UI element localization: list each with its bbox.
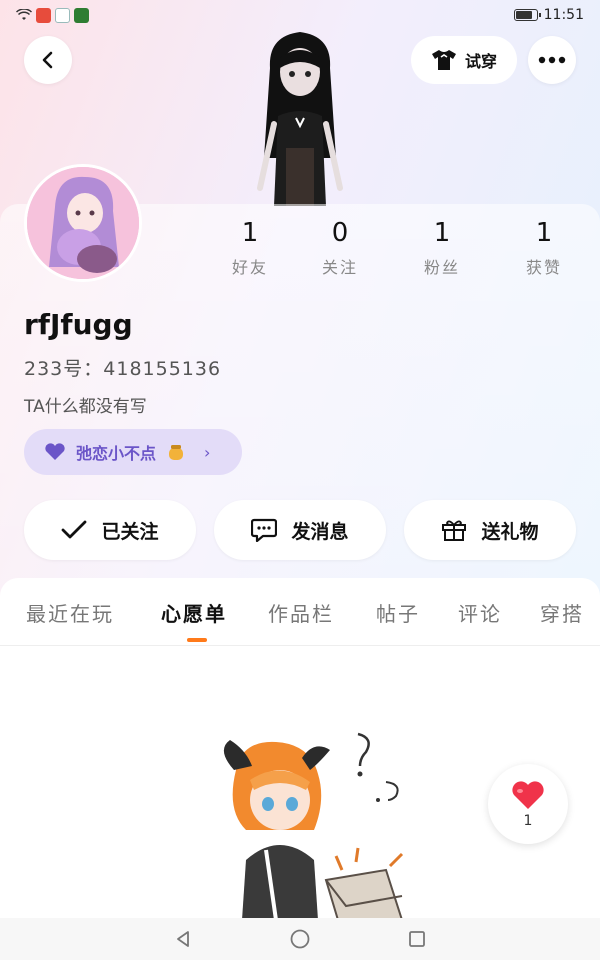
tab-works[interactable]: 作品栏 xyxy=(268,598,334,627)
profile-stats: 1 好友 0 关注 1 粉丝 1 获赞 xyxy=(0,218,600,288)
honey-jar-icon xyxy=(169,445,184,460)
app-notification-icon xyxy=(36,7,51,23)
app-notification-icon xyxy=(55,7,70,23)
try-on-label: 试穿 xyxy=(464,52,497,71)
chevron-right-icon: › xyxy=(204,442,211,462)
tab-posts[interactable]: 帖子 xyxy=(376,598,420,627)
try-on-button[interactable]: 试穿 xyxy=(411,36,517,84)
gift-icon xyxy=(442,520,467,541)
send-message-label: 发消息 xyxy=(291,520,349,543)
heart-icon xyxy=(45,443,65,460)
send-gift-label: 送礼物 xyxy=(481,520,539,543)
stat-label: 获赞 xyxy=(525,258,562,277)
tab-recently-played[interactable]: 最近在玩 xyxy=(26,598,114,627)
check-icon xyxy=(62,520,87,539)
like-button[interactable]: 1 xyxy=(488,764,568,844)
stat-label: 粉丝 xyxy=(423,258,460,277)
wifi-icon xyxy=(16,9,32,20)
stat-value: 1 xyxy=(241,218,259,248)
stat-value: 0 xyxy=(331,218,349,248)
username: rfJfugg xyxy=(24,308,133,341)
clock: 11:51 xyxy=(543,7,584,23)
avatar-3d-figure xyxy=(257,32,343,206)
app-notification-icon xyxy=(74,7,89,23)
tab-comments[interactable]: 评论 xyxy=(458,598,502,627)
more-dots-icon xyxy=(538,56,566,64)
tab-wishlist[interactable]: 心愿单 xyxy=(161,598,227,627)
stat-likes[interactable]: 1 获赞 xyxy=(504,218,584,278)
like-count: 1 xyxy=(523,813,533,829)
user-bio: TA什么都没有写 xyxy=(24,397,147,417)
send-message-button[interactable]: 发消息 xyxy=(214,500,386,560)
chat-bubble-icon xyxy=(251,518,278,542)
stat-following[interactable]: 0 关注 xyxy=(300,218,380,278)
tshirt-icon xyxy=(431,50,456,70)
heart-icon xyxy=(512,781,544,809)
tab-outfits[interactable]: 穿搭 xyxy=(540,598,584,627)
active-tab-indicator xyxy=(187,638,207,642)
back-triangle-icon[interactable] xyxy=(173,929,193,949)
fan-badge[interactable]: 弛恋小不点 › xyxy=(24,429,242,475)
stat-value: 1 xyxy=(535,218,553,248)
battery-icon xyxy=(513,9,541,21)
following-button[interactable]: 已关注 xyxy=(24,500,196,560)
status-icons xyxy=(16,7,89,23)
user-id[interactable]: 233号：418155136 xyxy=(24,354,221,381)
fan-badge-label: 弛恋小不点 xyxy=(76,444,157,463)
stat-label: 好友 xyxy=(231,258,268,277)
stat-friends[interactable]: 1 好友 xyxy=(210,218,290,278)
stat-label: 关注 xyxy=(321,258,358,277)
more-button[interactable] xyxy=(528,36,576,84)
status-bar: 11:51 xyxy=(0,0,600,30)
empty-state-illustration xyxy=(223,732,404,920)
profile-tabs: 最近在玩 心愿单 作品栏 帖子 评论 穿搭 xyxy=(0,578,600,646)
stat-value: 1 xyxy=(433,218,451,248)
chevron-left-icon xyxy=(42,51,53,69)
home-circle-icon[interactable] xyxy=(289,928,311,950)
recents-square-icon[interactable] xyxy=(407,929,427,949)
following-label: 已关注 xyxy=(101,520,159,543)
send-gift-button[interactable]: 送礼物 xyxy=(404,500,576,560)
stat-fans[interactable]: 1 粉丝 xyxy=(402,218,482,278)
back-button[interactable] xyxy=(24,36,72,84)
system-navigation-bar xyxy=(0,918,600,960)
